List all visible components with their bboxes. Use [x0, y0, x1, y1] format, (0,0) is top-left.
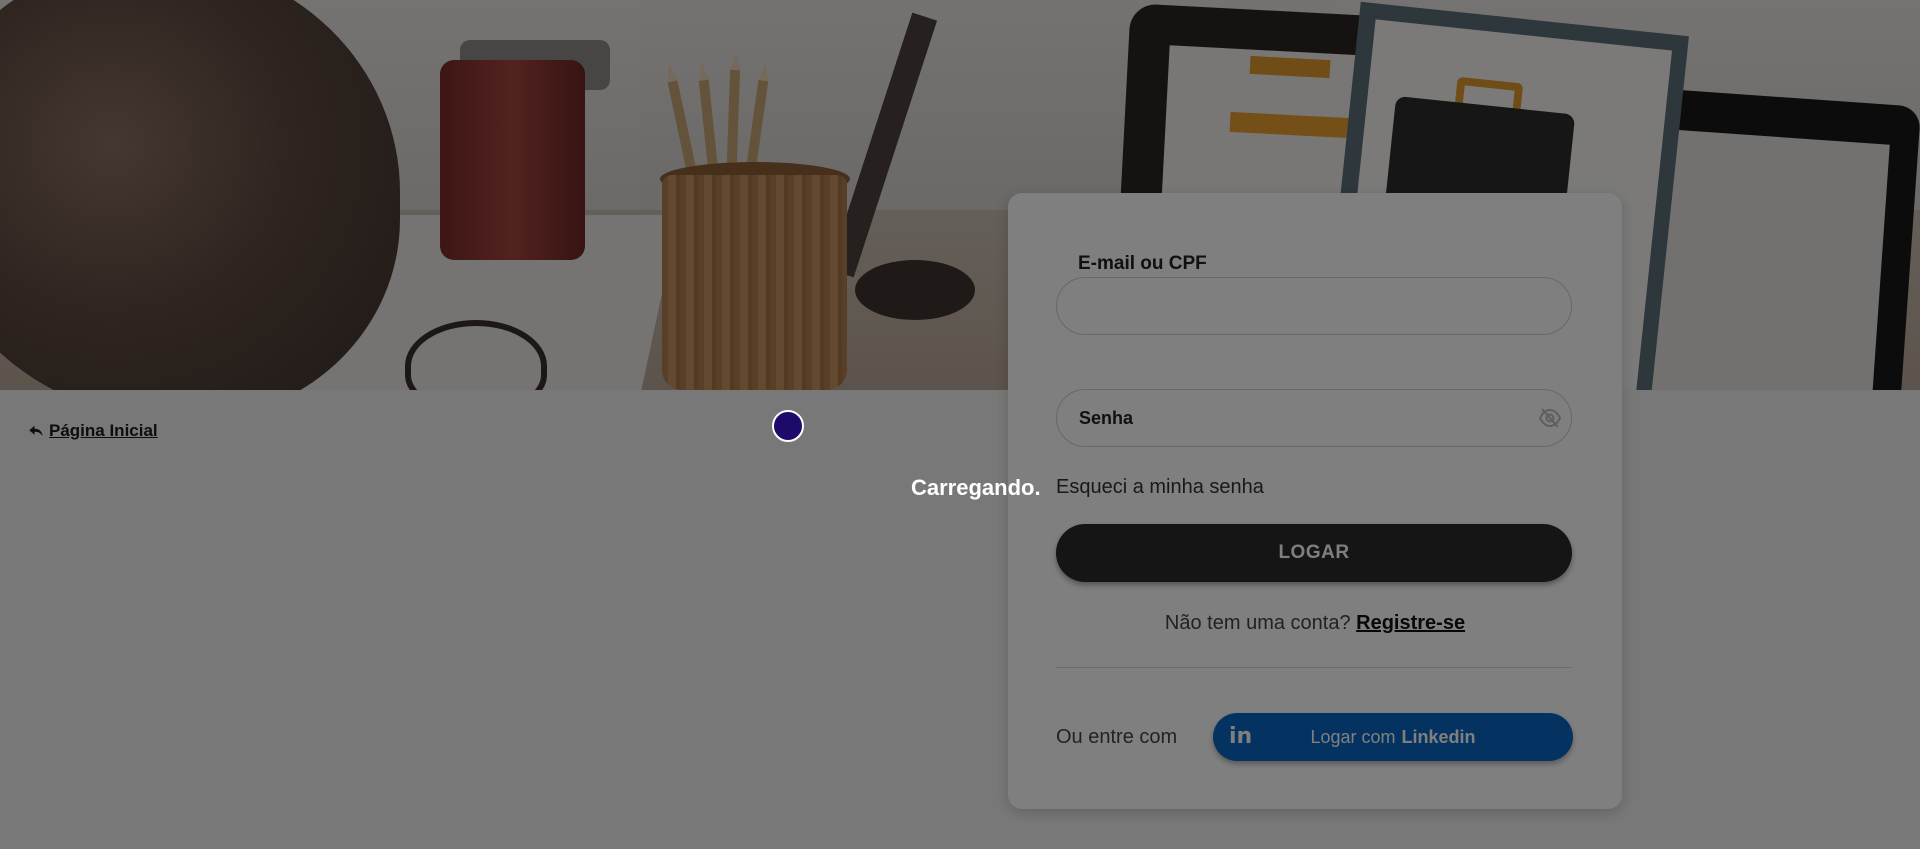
loading-spinner	[772, 410, 804, 442]
loading-overlay: Carregando.	[0, 0, 1920, 849]
loading-text: Carregando.	[911, 475, 1041, 500]
